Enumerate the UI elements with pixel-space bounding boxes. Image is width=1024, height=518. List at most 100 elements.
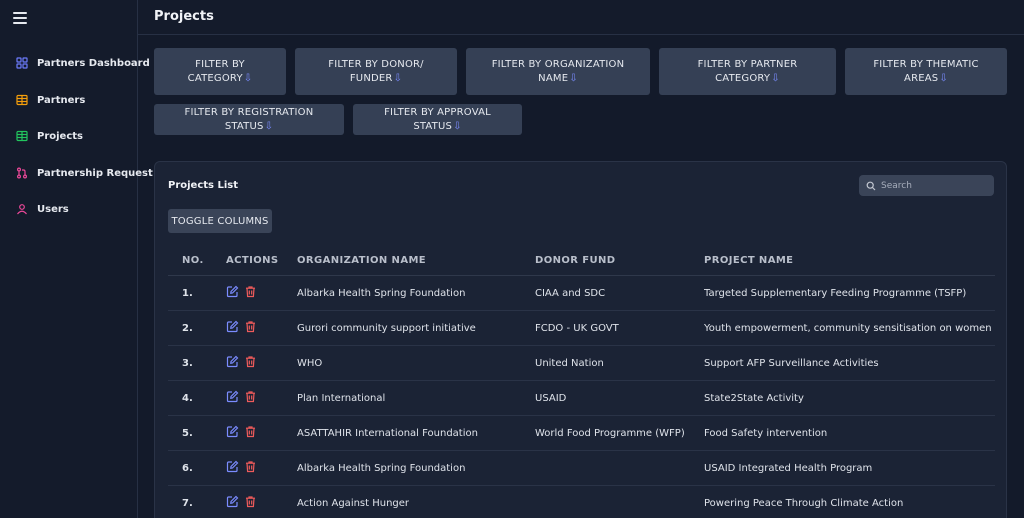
donor-fund-cell: United Nation [535, 358, 604, 369]
sidebar-item-partnership-request[interactable]: Partnership Request [16, 165, 153, 181]
organization-name-cell: Gurori community support initiative [297, 323, 476, 334]
table-row: 6. Albarka Health Spring Foundation USAI… [168, 451, 995, 486]
edit-icon[interactable] [226, 495, 239, 508]
edit-icon[interactable] [226, 425, 239, 438]
donor-fund-cell: World Food Programme (WFP) [535, 428, 685, 439]
filter-label: CATEGORY [715, 72, 771, 84]
project-name-cell: Food Safety intervention [704, 428, 828, 439]
row-actions [226, 320, 257, 333]
search-icon [866, 176, 876, 195]
sidebar-item-partners-dashboard[interactable]: Partners Dashboard [16, 55, 150, 71]
filter-label: FILTER BY APPROVAL STATUS [384, 106, 491, 132]
filter-label: FILTER BY DONOR/ [328, 58, 424, 70]
delete-icon[interactable] [244, 285, 257, 298]
project-name-cell: State2State Activity [704, 393, 804, 404]
delete-icon[interactable] [244, 320, 257, 333]
sidebar-item-label: Partnership Request [37, 167, 153, 179]
sidebar: Partners Dashboard Partners Projects Par… [0, 0, 153, 518]
row-number: 4. [182, 393, 193, 404]
page-title: Projects [154, 9, 214, 24]
menu-icon[interactable] [13, 12, 27, 26]
filter-approval-status-button[interactable]: FILTER BY APPROVAL STATUS⇩ [353, 104, 522, 135]
organization-name-cell: WHO [297, 358, 323, 369]
filter-label: FILTER BY THEMATIC [873, 58, 979, 70]
row-number: 6. [182, 463, 193, 474]
row-actions [226, 285, 257, 298]
row-number: 3. [182, 358, 193, 369]
organization-name-cell: Plan International [297, 393, 386, 404]
sidebar-item-label: Users [37, 203, 69, 215]
users-icon [16, 203, 28, 215]
organization-name-cell: Albarka Health Spring Foundation [297, 288, 466, 299]
table-row: 2. Gurori community support initiative F… [168, 311, 995, 346]
filter-registration-status-button[interactable]: FILTER BY REGISTRATION STATUS⇩ [154, 104, 344, 135]
table-row: 1. Albarka Health Spring Foundation CIAA… [168, 276, 995, 311]
row-number: 2. [182, 323, 193, 334]
card-title: Projects List [168, 180, 239, 191]
row-actions [226, 390, 257, 403]
delete-icon[interactable] [244, 460, 257, 473]
sidebar-item-label: Projects [37, 130, 84, 142]
project-name-cell: USAID Integrated Health Program [704, 463, 873, 474]
row-actions [226, 495, 257, 508]
filter-label: FILTER BY [195, 58, 245, 70]
row-actions [226, 355, 257, 368]
filter-label: AREAS [904, 72, 939, 84]
edit-icon[interactable] [226, 355, 239, 368]
column-header-project[interactable]: PROJECT NAME [704, 255, 793, 266]
sidebar-item-users[interactable]: Users [16, 201, 69, 217]
row-actions [226, 460, 257, 473]
column-header-organization[interactable]: ORGANIZATION NAME [297, 255, 426, 266]
row-number: 7. [182, 498, 193, 509]
donor-fund-cell: CIAA and SDC [535, 288, 606, 299]
search-input[interactable] [881, 180, 991, 191]
edit-icon[interactable] [226, 285, 239, 298]
arrow-down-icon: ⇩ [569, 72, 578, 84]
sidebar-item-partners[interactable]: Partners [16, 92, 85, 108]
filter-thematic-areas-button[interactable]: FILTER BY THEMATIC AREAS⇩ [845, 48, 1007, 95]
column-header-actions[interactable]: ACTIONS [226, 255, 279, 266]
filter-category-button[interactable]: FILTER BY CATEGORY⇩ [154, 48, 286, 95]
project-name-cell: Powering Peace Through Climate Action [704, 498, 904, 509]
arrow-down-icon: ⇩ [264, 120, 274, 132]
table-row: 5. ASATTAHIR International Foundation Wo… [168, 416, 995, 451]
row-number: 1. [182, 288, 193, 299]
toggle-columns-button[interactable]: TOGGLE COLUMNS [168, 209, 272, 233]
sidebar-item-projects[interactable]: Projects [16, 128, 83, 144]
dashboard-grid-icon [16, 57, 28, 69]
column-header-no[interactable]: NO. [182, 255, 204, 266]
project-name-cell: Support AFP Surveillance Activities [704, 358, 879, 369]
edit-icon[interactable] [226, 390, 239, 403]
delete-icon[interactable] [244, 495, 257, 508]
column-header-donor[interactable]: DONOR FUND [535, 255, 615, 266]
organization-name-cell: ASATTAHIR International Foundation [297, 428, 478, 439]
table-row: 7. Action Against Hunger Powering Peace … [168, 486, 995, 518]
edit-icon[interactable] [226, 460, 239, 473]
sidebar-item-label: Partners Dashboard [37, 57, 150, 69]
search-box[interactable] [859, 175, 994, 196]
top-bar: Projects [138, 0, 1024, 35]
filter-label: FILTER BY PARTNER [697, 58, 798, 70]
table-icon [16, 94, 28, 106]
donor-fund-cell: USAID [535, 393, 567, 404]
row-number: 5. [182, 428, 193, 439]
delete-icon[interactable] [244, 355, 257, 368]
project-name-cell: Targeted Supplementary Feeding Programme… [704, 288, 967, 299]
projects-list-card: Projects List TOGGLE COLUMNS NO. ACTIONS… [154, 161, 1007, 518]
edit-icon[interactable] [226, 320, 239, 333]
git-pull-request-icon [16, 167, 28, 179]
delete-icon[interactable] [244, 390, 257, 403]
table-icon [16, 130, 28, 142]
sidebar-item-label: Partners [37, 94, 86, 106]
arrow-down-icon: ⇩ [393, 72, 403, 84]
filter-partner-category-button[interactable]: FILTER BY PARTNER CATEGORY⇩ [659, 48, 836, 95]
arrow-down-icon: ⇩ [771, 72, 780, 84]
arrow-down-icon: ⇩ [243, 72, 253, 84]
filter-organization-button[interactable]: FILTER BY ORGANIZATION NAME⇩ [466, 48, 650, 95]
delete-icon[interactable] [244, 425, 257, 438]
organization-name-cell: Albarka Health Spring Foundation [297, 463, 466, 474]
filter-label: CATEGORY [187, 72, 243, 84]
donor-fund-cell: FCDO - UK GOVT [535, 323, 619, 334]
filter-label: FILTER BY REGISTRATION STATUS [184, 106, 314, 132]
filter-donor-button[interactable]: FILTER BY DONOR/FUNDER⇩ [295, 48, 457, 95]
